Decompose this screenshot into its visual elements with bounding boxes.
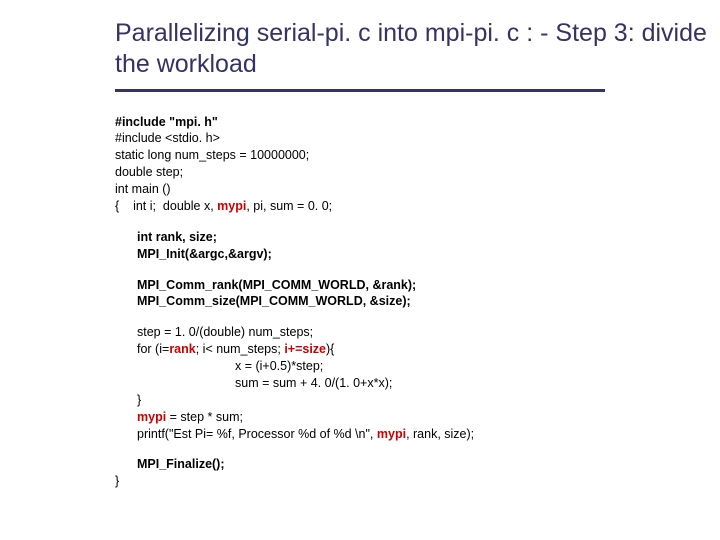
code-line: for (i=rank; i< num_steps; i+=size){ [115, 341, 720, 358]
code-line: x = (i+0.5)*step; [115, 358, 720, 375]
mypi-var: mypi [377, 427, 406, 441]
code-line: printf("Est Pi= %f, Processor %d of %d \… [115, 426, 720, 443]
rank-var: rank [169, 342, 195, 356]
code-line: } [115, 473, 720, 490]
code-line: { int i; double x, mypi, pi, sum = 0. 0; [115, 198, 720, 215]
code-line: MPI_Init(&argc,&argv); [115, 246, 720, 263]
code-line: int main () [115, 181, 720, 198]
code-block: #include "mpi. h" #include <stdio. h> st… [0, 114, 720, 491]
code-line: #include "mpi. h" [115, 114, 720, 131]
code-line: static long num_steps = 10000000; [115, 147, 720, 164]
code-line: MPI_Comm_rank(MPI_COMM_WORLD, &rank); [115, 277, 720, 294]
code-line: } [115, 392, 720, 409]
code-line: double step; [115, 164, 720, 181]
code-line: int rank, size; [115, 229, 720, 246]
isize-var: i+=size [284, 342, 326, 356]
title-underline [115, 89, 605, 92]
code-line: MPI_Finalize(); [115, 456, 720, 473]
code-line: #include <stdio. h> [115, 130, 720, 147]
mypi-var: mypi [217, 199, 246, 213]
code-line: step = 1. 0/(double) num_steps; [115, 324, 720, 341]
code-line: MPI_Comm_size(MPI_COMM_WORLD, &size); [115, 293, 720, 310]
code-line: sum = sum + 4. 0/(1. 0+x*x); [115, 375, 720, 392]
slide-title: Parallelizing serial-pi. c into mpi-pi. … [0, 18, 720, 81]
mypi-var: mypi [137, 410, 166, 424]
code-line: mypi = step * sum; [115, 409, 720, 426]
